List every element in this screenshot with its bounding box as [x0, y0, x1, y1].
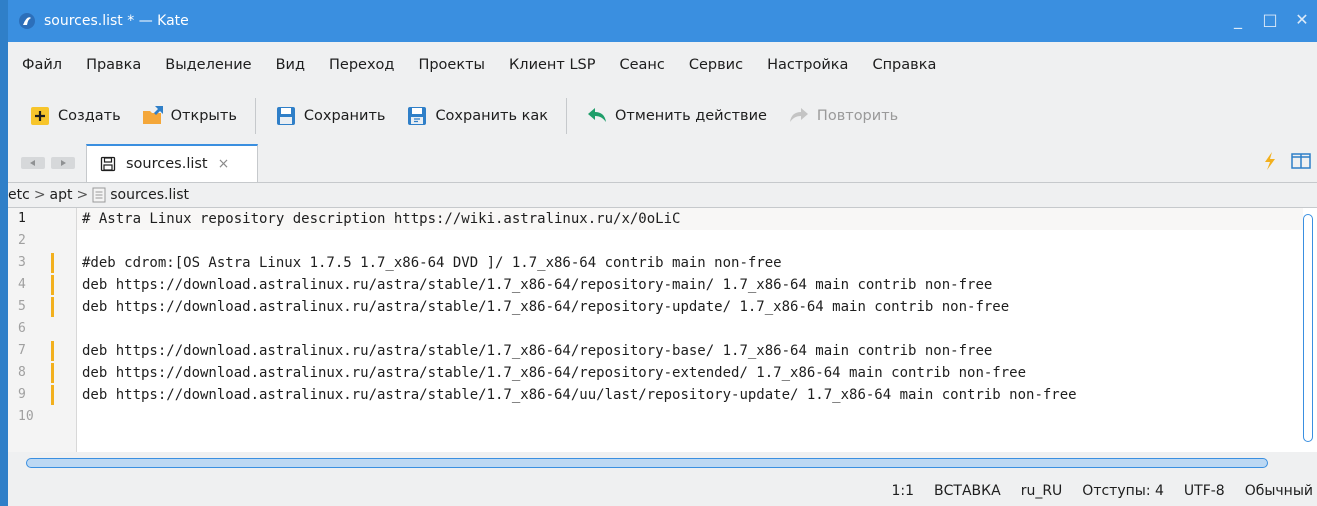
- menu-help[interactable]: Справка: [860, 57, 948, 73]
- horizontal-scrollbar[interactable]: [26, 458, 1268, 468]
- code-line[interactable]: # Astra Linux repository description htt…: [82, 208, 1290, 230]
- undo-button[interactable]: Отменить действие: [575, 96, 777, 136]
- code-line[interactable]: deb https://download.astralinux.ru/astra…: [82, 274, 1290, 296]
- modified-line-marker: [51, 363, 54, 383]
- tab-sources-list[interactable]: sources.list ×: [86, 144, 258, 182]
- toolbar-separator: [254, 98, 256, 134]
- breadcrumb-sources-list[interactable]: sources.list: [110, 187, 189, 203]
- save-button[interactable]: Сохранить: [264, 96, 396, 136]
- maximize-icon[interactable]: □: [1261, 10, 1279, 29]
- tab-bar: sources.list ×: [8, 144, 1317, 183]
- redo-icon: [789, 108, 808, 122]
- code-line[interactable]: deb https://download.astralinux.ru/astra…: [82, 362, 1290, 384]
- window-left-edge: [0, 0, 8, 506]
- menu-settings[interactable]: Настройка: [755, 57, 860, 73]
- split-view-icon[interactable]: [1291, 153, 1311, 169]
- main-toolbar: Создать Открыть Сохранить Сохранить как …: [8, 88, 1317, 144]
- code-line[interactable]: #deb cdrom:[OS Astra Linux 1.7.5 1.7_x86…: [82, 252, 1290, 274]
- modified-line-marker: [51, 297, 54, 317]
- toolbar-separator: [566, 98, 568, 134]
- code-line[interactable]: [82, 406, 1290, 428]
- save-icon: [276, 107, 295, 125]
- horizontal-scroll-area: [8, 452, 1317, 476]
- tab-bar-actions: [1263, 152, 1311, 170]
- new-button-label: Создать: [58, 108, 121, 124]
- lightning-icon[interactable]: [1263, 152, 1277, 170]
- save-as-button[interactable]: Сохранить как: [395, 96, 558, 136]
- breadcrumb-apt[interactable]: apt: [50, 187, 73, 203]
- tab-scroll-right-icon[interactable]: [50, 155, 76, 171]
- indentation-setting[interactable]: Отступы: 4: [1072, 483, 1174, 499]
- code-line[interactable]: deb https://download.astralinux.ru/astra…: [82, 296, 1290, 318]
- tab-scroll-left-icon[interactable]: [20, 155, 46, 171]
- menu-go[interactable]: Переход: [317, 57, 406, 73]
- line-number: 10: [18, 409, 34, 424]
- window-title: sources.list * — Kate: [44, 13, 189, 29]
- input-mode[interactable]: ВСТАВКА: [924, 483, 1011, 499]
- code-line[interactable]: [82, 230, 1290, 252]
- menu-bar: Файл Правка Выделение Вид Переход Проект…: [8, 42, 1317, 88]
- code-line[interactable]: deb https://download.astralinux.ru/astra…: [82, 384, 1290, 406]
- line-number: 1: [18, 211, 26, 226]
- code-line[interactable]: deb https://download.astralinux.ru/astra…: [82, 340, 1290, 362]
- modified-line-marker: [51, 253, 54, 273]
- line-number-gutter[interactable]: 1 2 3 4 5 6 7 8 9 10: [8, 208, 77, 453]
- code-line[interactable]: [82, 318, 1290, 340]
- kate-app-icon: [19, 13, 35, 29]
- open-button[interactable]: Открыть: [131, 96, 247, 136]
- new-button[interactable]: Создать: [8, 96, 131, 136]
- menu-view[interactable]: Вид: [264, 57, 317, 73]
- title-bar: sources.list * — Kate _ □ ✕: [8, 0, 1317, 42]
- encoding[interactable]: UTF-8: [1174, 483, 1235, 499]
- minimize-icon[interactable]: _: [1229, 10, 1247, 29]
- menu-edit[interactable]: Правка: [74, 57, 153, 73]
- save-as-icon: [408, 107, 427, 125]
- redo-button[interactable]: Повторить: [777, 96, 908, 136]
- close-tab-icon[interactable]: ×: [218, 156, 230, 172]
- menu-tools[interactable]: Сервис: [677, 57, 755, 73]
- open-folder-icon: [142, 106, 163, 124]
- line-number: 6: [18, 321, 26, 336]
- menu-projects[interactable]: Проекты: [406, 57, 497, 73]
- vertical-scrollbar[interactable]: [1303, 214, 1313, 442]
- breadcrumb-etc[interactable]: etc: [8, 187, 30, 203]
- editor-area[interactable]: 1 2 3 4 5 6 7 8 9 10 # Astra Linux repos…: [8, 207, 1317, 453]
- syntax-mode[interactable]: Обычный: [1235, 483, 1317, 499]
- window-controls: _ □ ✕: [1229, 10, 1311, 29]
- undo-icon: [588, 108, 607, 122]
- save-button-label: Сохранить: [303, 108, 386, 124]
- redo-button-label: Повторить: [816, 108, 899, 124]
- status-bar: 1:1 ВСТАВКА ru_RU Отступы: 4 UTF-8 Обычн…: [8, 476, 1317, 506]
- text-file-icon: [92, 187, 106, 203]
- save-icon: [100, 156, 116, 172]
- breadcrumb-separator: >: [33, 187, 46, 203]
- modified-line-marker: [51, 385, 54, 405]
- open-button-label: Открыть: [170, 108, 237, 124]
- modified-line-marker: [51, 275, 54, 295]
- cursor-position[interactable]: 1:1: [882, 483, 925, 499]
- save-as-button-label: Сохранить как: [435, 108, 549, 124]
- breadcrumb-separator: >: [76, 187, 89, 203]
- breadcrumb: etc > apt > sources.list: [8, 183, 1317, 207]
- new-document-icon: [31, 107, 49, 125]
- undo-button-label: Отменить действие: [615, 108, 767, 124]
- tab-label: sources.list: [126, 156, 208, 172]
- close-window-icon[interactable]: ✕: [1293, 10, 1311, 29]
- line-number: 2: [18, 233, 26, 248]
- menu-session[interactable]: Сеанс: [608, 57, 677, 73]
- menu-selection[interactable]: Выделение: [153, 57, 263, 73]
- dictionary-language[interactable]: ru_RU: [1011, 483, 1073, 499]
- modified-line-marker: [51, 341, 54, 361]
- menu-file[interactable]: Файл: [8, 57, 74, 73]
- menu-lsp-client[interactable]: Клиент LSP: [497, 57, 607, 73]
